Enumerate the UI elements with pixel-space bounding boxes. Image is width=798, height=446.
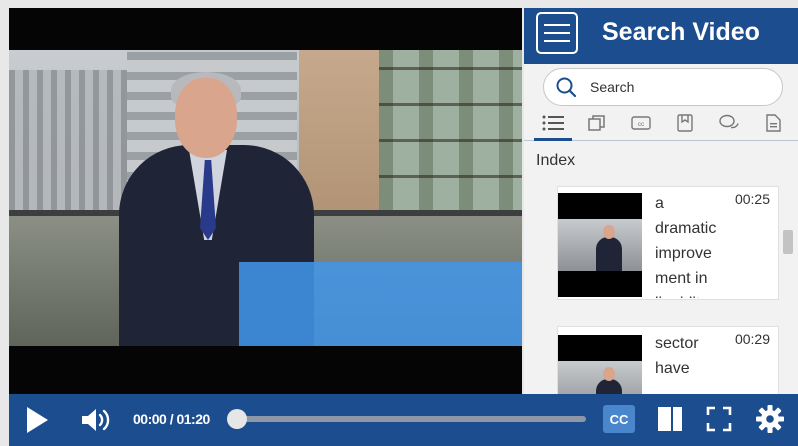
gear-icon	[756, 405, 784, 433]
hamburger-icon	[544, 24, 570, 26]
index-item-text: sector have	[655, 335, 699, 377]
closed-captions-button[interactable]: CC	[603, 405, 635, 433]
panel-tabs: cc	[524, 110, 798, 141]
panel-title: Search Video	[602, 18, 760, 46]
index-item-time: 00:25	[734, 191, 770, 207]
index-item-time: 00:29	[734, 331, 770, 347]
progress-handle[interactable]	[227, 409, 247, 429]
fullscreen-button[interactable]	[704, 404, 734, 434]
panel-scrollbar[interactable]	[783, 230, 793, 254]
comments-icon	[719, 114, 739, 129]
section-label: Index	[536, 152, 576, 169]
side-panel-toggle-button[interactable]	[655, 404, 685, 434]
video-frame[interactable]	[9, 8, 522, 394]
tab-captions[interactable]: cc	[628, 112, 654, 134]
search-input[interactable]	[590, 77, 770, 97]
volume-button[interactable]	[79, 406, 113, 434]
index-item-text: a dramatic improvement in liquidity	[655, 195, 717, 298]
search-panel: Search Video Search cc Index a dramatic …	[524, 8, 798, 394]
side-panel-icon	[658, 407, 682, 431]
index-item-thumbnail	[558, 335, 642, 394]
panel-header: Search Video	[524, 8, 798, 64]
svg-text:cc: cc	[638, 121, 645, 128]
progress-track[interactable]	[231, 416, 586, 422]
search-box[interactable]	[543, 68, 783, 106]
volume-icon	[82, 409, 110, 431]
captions-icon: cc	[631, 116, 651, 130]
time-display: 00:00 / 01:20	[133, 411, 210, 427]
menu-button[interactable]	[536, 12, 578, 54]
settings-button[interactable]	[754, 403, 786, 435]
chapters-icon	[588, 115, 605, 131]
play-button[interactable]	[23, 406, 51, 434]
index-item[interactable]: a dramatic improvement in liquidity 00:2…	[557, 186, 779, 300]
lower-third-overlay	[239, 262, 522, 346]
play-icon	[27, 407, 48, 433]
tab-comments[interactable]	[716, 112, 742, 134]
tab-notes[interactable]	[760, 112, 786, 134]
index-item[interactable]: sector have 00:29	[557, 326, 779, 394]
tab-chapters[interactable]	[584, 112, 610, 134]
video-player: Search Video Search cc Index a dramatic …	[0, 0, 798, 446]
search-icon[interactable]	[556, 77, 576, 97]
tab-bookmarks[interactable]	[672, 112, 698, 134]
notes-icon	[766, 114, 781, 132]
list-icon	[542, 115, 564, 131]
control-bar: 00:00 / 01:20 CC	[9, 394, 798, 446]
video-scene	[9, 50, 522, 346]
bookmark-icon	[677, 114, 693, 132]
index-item-thumbnail	[558, 193, 642, 297]
tab-index[interactable]	[534, 112, 572, 141]
fullscreen-icon	[706, 406, 732, 432]
